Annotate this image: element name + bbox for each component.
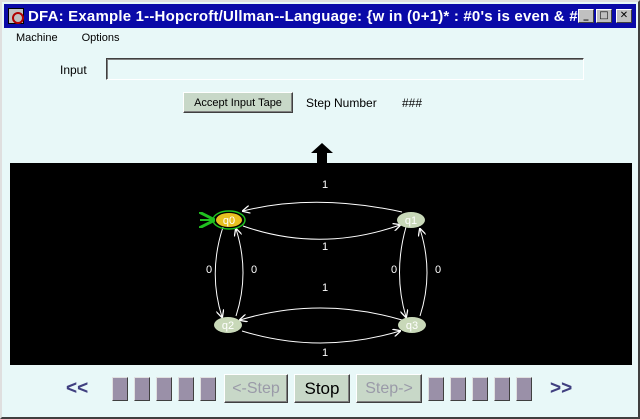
edge-label-q0-q2: 0: [206, 264, 212, 276]
dfa-diagram-canvas[interactable]: 1 1 1 1 0 0 0 0 q0 q1 q2 q3: [10, 163, 632, 365]
edge-q1-q0: [243, 201, 403, 212]
edge-label-q1-q3: 0: [391, 264, 397, 276]
step-number-label: Step Number: [306, 96, 377, 110]
svg-text:q3: q3: [406, 320, 418, 332]
window-title: DFA: Example 1--Hopcroft/Ullman--Languag…: [28, 7, 578, 25]
playback-controls: << <-Step Stop Step-> >>: [2, 370, 638, 406]
accept-input-tape-button[interactable]: Accept Input Tape: [183, 92, 293, 113]
tape-cell[interactable]: [200, 377, 216, 401]
state-q1[interactable]: q1: [397, 212, 425, 228]
tape-cell[interactable]: [472, 377, 488, 401]
svg-text:q2: q2: [222, 320, 234, 332]
svg-text:q0: q0: [223, 215, 235, 227]
tape-cell[interactable]: [178, 377, 194, 401]
state-q3[interactable]: q3: [398, 317, 426, 333]
rewind-button[interactable]: <<: [66, 378, 88, 400]
fast-forward-button[interactable]: >>: [550, 378, 572, 400]
tape-cell[interactable]: [134, 377, 150, 401]
minimize-button[interactable]: _: [578, 9, 594, 23]
tape-cell[interactable]: [112, 377, 128, 401]
menu-bar: Machine Options: [4, 29, 636, 47]
menu-options[interactable]: Options: [70, 32, 132, 44]
application-window: DFA: Example 1--Hopcroft/Ullman--Languag…: [0, 0, 640, 419]
up-arrow-icon[interactable]: [310, 142, 334, 164]
tape-cell[interactable]: [428, 377, 444, 401]
tape-cell[interactable]: [494, 377, 510, 401]
edge-label-q0-q1: 1: [322, 241, 328, 253]
edge-label-q2-q0: 0: [251, 264, 257, 276]
edge-q1-q3: [399, 226, 407, 317]
edge-label-q1-q0: 1: [322, 179, 328, 191]
edge-q0-q1: [242, 225, 400, 240]
edge-q2-q3: [241, 331, 400, 344]
next-step-button[interactable]: Step->: [356, 374, 422, 403]
state-q0[interactable]: q0: [212, 210, 246, 230]
tape-cell[interactable]: [450, 377, 466, 401]
edge-label-q2-q3: 1: [322, 347, 328, 359]
title-bar[interactable]: DFA: Example 1--Hopcroft/Ullman--Languag…: [4, 4, 636, 28]
dfa-diagram: 1 1 1 1 0 0 0 0 q0 q1 q2 q3: [10, 179, 441, 359]
edge-q3-q1: [420, 229, 428, 317]
state-q2[interactable]: q2: [214, 317, 242, 333]
maximize-button[interactable]: □: [596, 9, 612, 23]
prev-step-button[interactable]: <-Step: [224, 374, 288, 403]
menu-machine[interactable]: Machine: [4, 32, 70, 44]
edge-label-q3-q2: 1: [322, 282, 328, 294]
edge-q3-q2: [240, 307, 403, 320]
step-number-value: ###: [402, 96, 423, 110]
edge-label-q3-q1: 0: [435, 264, 441, 276]
edge-q0-q2: [214, 226, 223, 317]
svg-text:q1: q1: [405, 215, 417, 227]
stop-button[interactable]: Stop: [294, 374, 350, 403]
input-label: Input: [60, 63, 87, 77]
java-app-icon[interactable]: [8, 8, 24, 24]
tape-cell[interactable]: [516, 377, 532, 401]
tape-cell[interactable]: [156, 377, 172, 401]
edge-q2-q0: [236, 229, 244, 317]
close-button[interactable]: ✕: [616, 9, 632, 23]
input-tape-field[interactable]: [106, 58, 584, 80]
